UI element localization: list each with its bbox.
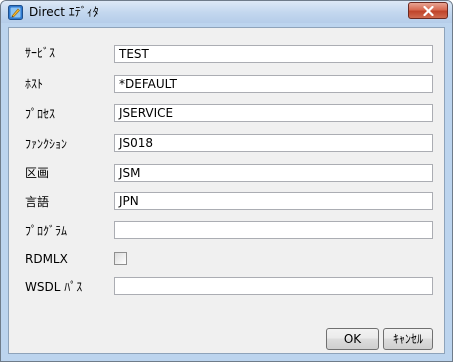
- rdmlx-checkbox[interactable]: [114, 252, 127, 265]
- function-label: ﾌｧﾝｸｼｮﾝ: [25, 137, 68, 151]
- partition-field[interactable]: JSM: [114, 164, 433, 182]
- service-label: ｻｰﾋﾞｽ: [25, 46, 56, 60]
- function-field[interactable]: JS018: [114, 134, 433, 152]
- process-label: ﾌﾟﾛｾｽ: [25, 107, 56, 121]
- close-button[interactable]: [408, 2, 448, 19]
- host-label: ﾎｽﾄ: [25, 77, 44, 91]
- dialog-body: ｻｰﾋﾞｽ TEST ﾎｽﾄ *DEFAULT ﾌﾟﾛｾｽ JSERVICE ﾌ…: [8, 27, 445, 354]
- ok-button[interactable]: OK: [326, 328, 379, 350]
- cancel-button[interactable]: ｷｬﾝｾﾙ: [383, 328, 433, 350]
- process-field[interactable]: JSERVICE: [114, 104, 433, 122]
- direct-editor-window: Direct ｴﾃﾞｨﾀ ｻｰﾋﾞｽ TEST ﾎｽﾄ *DEFAULT ﾌﾟﾛ…: [0, 0, 453, 362]
- close-icon: [423, 6, 434, 16]
- wsdl-path-field[interactable]: [114, 277, 433, 295]
- language-label: 言語: [25, 195, 50, 209]
- partition-label: 区画: [25, 166, 50, 180]
- language-field[interactable]: JPN: [114, 192, 433, 210]
- program-label: ﾌﾟﾛｸﾞﾗﾑ: [25, 224, 68, 238]
- host-field[interactable]: *DEFAULT: [114, 75, 433, 93]
- service-field[interactable]: TEST: [114, 45, 433, 63]
- title-bar[interactable]: Direct ｴﾃﾞｨﾀ: [1, 1, 452, 23]
- program-field[interactable]: [114, 221, 433, 239]
- rdmlx-label: RDMLX: [25, 252, 68, 266]
- window-title: Direct ｴﾃﾞｨﾀ: [29, 5, 99, 19]
- app-editor-icon: [8, 5, 23, 20]
- wsdl-path-label: WSDL ﾊﾟｽ: [25, 280, 83, 294]
